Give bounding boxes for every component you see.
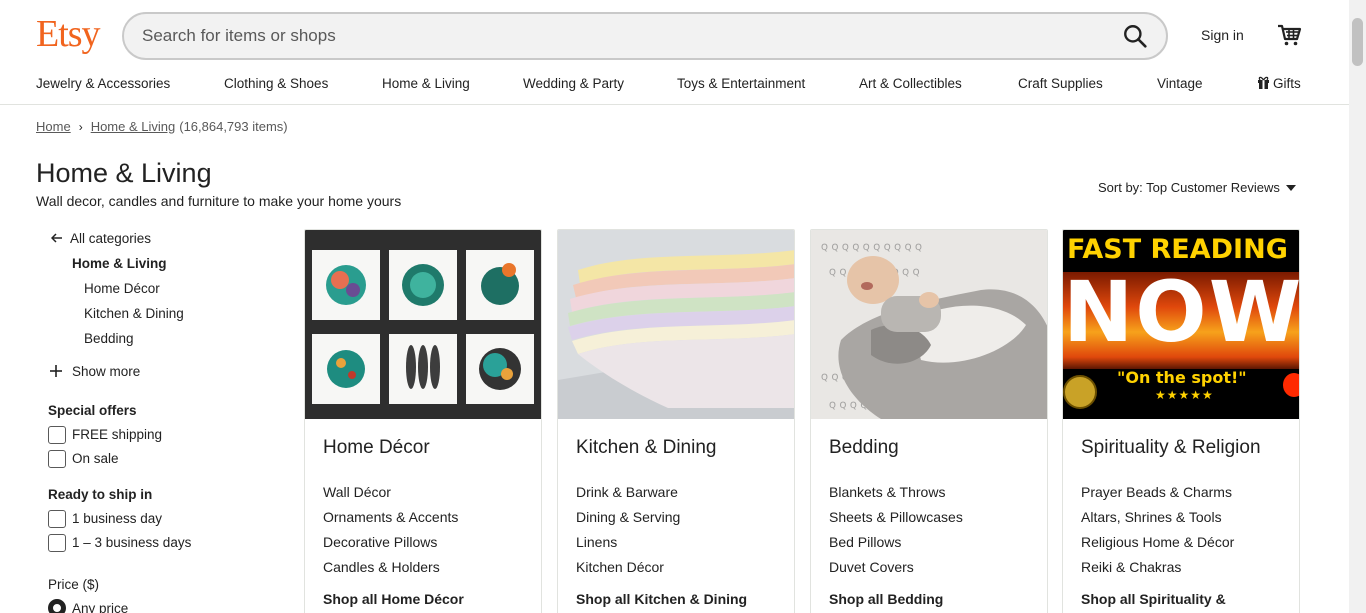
image-tagline: "On the spot!" [1117, 368, 1247, 387]
breadcrumb-current[interactable]: Home & Living [91, 119, 176, 134]
page-subtitle: Wall decor, candles and furniture to mak… [36, 193, 402, 209]
nav-wedding-party[interactable]: Wedding & Party [523, 76, 624, 91]
card-link[interactable]: Blankets & Throws [829, 484, 945, 500]
search-bar [122, 12, 1168, 60]
scrollbar-thumb[interactable] [1352, 18, 1363, 66]
free-shipping-checkbox[interactable] [48, 426, 66, 444]
card-link[interactable]: Wall Décor [323, 484, 391, 500]
on-sale-label: On sale [72, 451, 119, 466]
card-link[interactable]: Decorative Pillows [323, 534, 437, 550]
any-price-radio[interactable] [48, 599, 66, 613]
badge-icon [1283, 373, 1299, 397]
site-header: Etsy Sign in Jewelry & Accessories Cloth… [0, 0, 1349, 105]
bedding-image: ꞯ ꞯ ꞯ ꞯ ꞯ ꞯ ꞯ ꞯ ꞯ ꞯ ꞯ ꞯ ꞯ ꞯ ꞯ ꞯ ꞯ ꞯ ꞯ ꞯ … [811, 230, 1047, 419]
page-scrollbar[interactable] [1349, 0, 1366, 613]
subcategory-kitchen-dining[interactable]: Kitchen & Dining [84, 306, 184, 321]
nav-jewelry-accessories[interactable]: Jewelry & Accessories [36, 76, 170, 91]
card-link[interactable]: Ornaments & Accents [323, 509, 458, 525]
card-link[interactable]: Linens [576, 534, 617, 550]
search-icon[interactable] [1122, 23, 1148, 49]
card-title: Spirituality & Religion [1081, 437, 1261, 458]
nav-toys-entertainment[interactable]: Toys & Entertainment [677, 76, 805, 91]
nav-craft-supplies[interactable]: Craft Supplies [1018, 76, 1103, 91]
svg-text:ꞯ ꞯ ꞯ ꞯ ꞯ ꞯ ꞯ ꞯ ꞯ ꞯ: ꞯ ꞯ ꞯ ꞯ ꞯ ꞯ ꞯ ꞯ ꞯ ꞯ [821, 240, 922, 253]
card-link[interactable]: Candles & Holders [323, 559, 440, 575]
shop-all-link[interactable]: Shop all Spirituality & Religion [1081, 589, 1281, 613]
subcategory-bedding[interactable]: Bedding [84, 331, 134, 346]
special-offers-heading: Special offers [48, 403, 137, 418]
card-title: Bedding [829, 437, 899, 458]
etsy-logo[interactable]: Etsy [36, 12, 101, 56]
any-price-label: Any price [72, 601, 129, 613]
home-decor-image [305, 230, 541, 419]
gift-icon [1258, 76, 1269, 89]
image-headline: FAST READING [1067, 234, 1288, 265]
nav-home-living[interactable]: Home & Living [382, 76, 470, 91]
nav-clothing-shoes[interactable]: Clothing & Shoes [224, 76, 328, 91]
card-link[interactable]: Kitchen Décor [576, 559, 664, 575]
shop-all-link[interactable]: Shop all Kitchen & Dining [576, 589, 776, 609]
star-rating: ★★★★★ [1155, 388, 1214, 402]
one-business-day-checkbox[interactable] [48, 510, 66, 528]
spirituality-image: FAST READING NOW "On the spot!" ★★★★★ [1063, 230, 1300, 419]
plus-icon [50, 365, 62, 377]
one-three-days-checkbox[interactable] [48, 534, 66, 552]
nav-gifts[interactable]: Gifts [1257, 76, 1301, 91]
nav-gifts-label: Gifts [1273, 76, 1301, 91]
one-three-days-label: 1 – 3 business days [72, 535, 192, 550]
category-card-home-decor[interactable]: Home Décor Wall Décor Ornaments & Accent… [304, 229, 542, 613]
subcategory-home-decor[interactable]: Home Décor [84, 281, 160, 296]
all-categories-link[interactable]: All categories [70, 231, 151, 246]
category-card-spirituality-religion[interactable]: FAST READING NOW "On the spot!" ★★★★★ Sp… [1062, 229, 1300, 613]
category-card-bedding[interactable]: ꞯ ꞯ ꞯ ꞯ ꞯ ꞯ ꞯ ꞯ ꞯ ꞯ ꞯ ꞯ ꞯ ꞯ ꞯ ꞯ ꞯ ꞯ ꞯ ꞯ … [810, 229, 1048, 613]
item-count: (16,864,793 items) [179, 119, 288, 134]
nav-art-collectibles[interactable]: Art & Collectibles [859, 76, 962, 91]
card-link[interactable]: Altars, Shrines & Tools [1081, 509, 1222, 525]
card-link[interactable]: Religious Home & Décor [1081, 534, 1234, 550]
page-title: Home & Living [36, 158, 212, 188]
cart-icon[interactable] [1276, 22, 1302, 48]
caret-down-icon [1285, 185, 1296, 191]
on-sale-checkbox[interactable] [48, 450, 66, 468]
card-title: Home Décor [323, 437, 430, 458]
search-input[interactable] [142, 14, 1102, 58]
card-link[interactable]: Prayer Beads & Charms [1081, 484, 1232, 500]
price-heading: Price ($) [48, 577, 100, 592]
current-category[interactable]: Home & Living [72, 256, 167, 271]
card-link[interactable]: Sheets & Pillowcases [829, 509, 963, 525]
card-link[interactable]: Reiki & Chakras [1081, 559, 1181, 575]
nav-vintage[interactable]: Vintage [1157, 76, 1203, 91]
breadcrumb-home[interactable]: Home [36, 119, 71, 134]
card-link[interactable]: Dining & Serving [576, 509, 680, 525]
free-shipping-label: FREE shipping [72, 427, 163, 442]
show-more-link[interactable]: Show more [72, 364, 140, 379]
one-business-day-label: 1 business day [72, 511, 163, 526]
ready-to-ship-heading: Ready to ship in [48, 487, 153, 502]
card-link[interactable]: Bed Pillows [829, 534, 901, 550]
sort-label: Sort by: Top Customer Reviews [1098, 180, 1280, 195]
kitchen-dining-image [558, 230, 794, 419]
sign-in-link[interactable]: Sign in [1201, 27, 1244, 43]
arrow-left-icon [51, 233, 62, 243]
image-big-text: NOW [1063, 263, 1300, 361]
category-card-kitchen-dining[interactable]: Kitchen & Dining Drink & Barware Dining … [557, 229, 795, 613]
breadcrumb: Home › Home & Living (16,864,793 items) [36, 119, 288, 134]
card-title: Kitchen & Dining [576, 437, 717, 458]
shop-all-link[interactable]: Shop all Home Décor [323, 589, 523, 609]
category-nav: Jewelry & Accessories Clothing & Shoes H… [0, 74, 1349, 96]
top-rated-seal [1063, 375, 1097, 409]
chevron-right-icon: › [78, 120, 83, 134]
card-link[interactable]: Drink & Barware [576, 484, 678, 500]
sort-dropdown[interactable]: Sort by: Top Customer Reviews [1098, 180, 1296, 195]
shop-all-link[interactable]: Shop all Bedding [829, 589, 1029, 609]
card-link[interactable]: Duvet Covers [829, 559, 914, 575]
